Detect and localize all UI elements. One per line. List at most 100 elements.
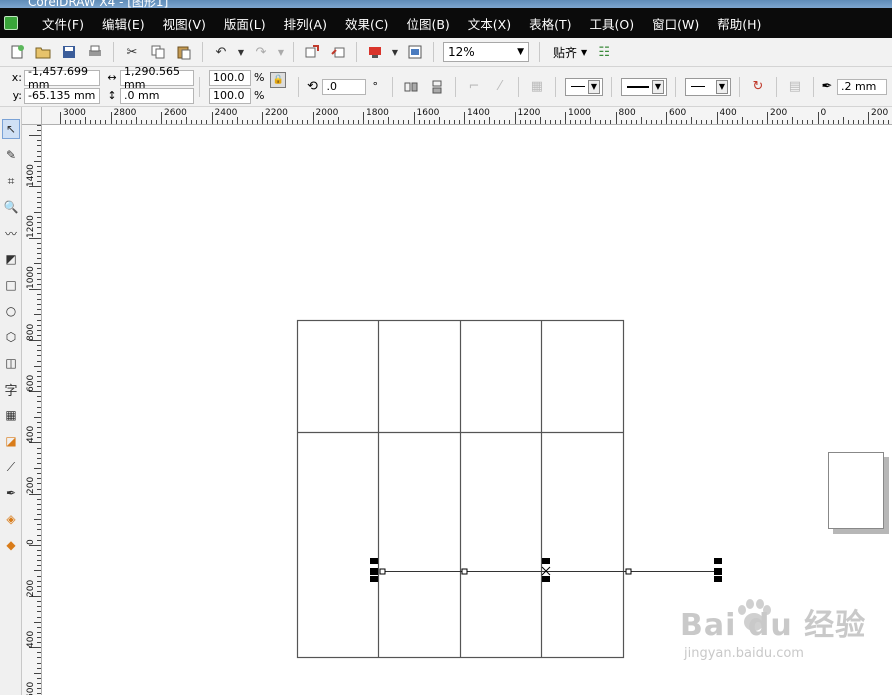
new-icon[interactable] xyxy=(6,41,28,63)
vertical-ruler[interactable]: 1400 1200 1000 800 600 400 200 0 200 400 600 xyxy=(22,125,42,695)
ruler-tick xyxy=(368,120,370,124)
undo-icon[interactable]: ↶ xyxy=(210,41,232,63)
export-icon[interactable] xyxy=(327,41,349,63)
smart-fill-tool-icon[interactable]: ◩ xyxy=(2,249,20,269)
interactive-fill-tool-icon[interactable]: ◆ xyxy=(2,535,20,555)
ruler-tick xyxy=(201,120,203,124)
cut-icon[interactable]: ✂ xyxy=(121,41,143,63)
scale-x-field[interactable]: 100.0 xyxy=(209,69,251,86)
ruler-tick xyxy=(307,120,309,124)
menu-window[interactable]: 窗口(W) xyxy=(643,14,708,33)
outline-width-field[interactable]: .2 mm xyxy=(836,78,887,95)
table-tool-icon[interactable]: ▦ xyxy=(2,405,20,425)
menu-arrange[interactable]: 排列(A) xyxy=(275,14,336,33)
ruler-tick xyxy=(37,360,41,362)
eyedropper-tool-icon[interactable]: ⟋ xyxy=(2,457,20,477)
copy-icon[interactable] xyxy=(147,41,169,63)
convert-line-icon[interactable]: ⌐ xyxy=(463,76,485,98)
chevron-down-icon[interactable]: ▼ xyxy=(390,41,400,63)
x-position-field[interactable]: -1,457.699 mm xyxy=(24,65,100,91)
ruler-tick xyxy=(337,117,339,124)
print-icon[interactable] xyxy=(84,41,106,63)
save-icon[interactable] xyxy=(58,41,80,63)
end-arrowhead-select[interactable]: ▼ xyxy=(684,77,731,96)
menu-text[interactable]: 文本(X) xyxy=(459,14,520,33)
ruler-tick xyxy=(772,120,774,124)
menu-tools[interactable]: 工具(O) xyxy=(581,14,644,33)
options-icon[interactable]: ☷ xyxy=(593,41,615,63)
ruler-origin-corner[interactable] xyxy=(22,107,42,125)
chevron-down-icon[interactable]: ▼ xyxy=(236,41,246,63)
ruler-tick xyxy=(161,112,162,124)
polygon-tool-icon[interactable]: ⬡ xyxy=(2,327,20,347)
line-style-preview xyxy=(690,86,705,87)
menu-layout[interactable]: 版面(L) xyxy=(215,14,275,33)
zoom-tool-icon[interactable]: 🔍 xyxy=(2,197,20,217)
menu-file[interactable]: 文件(F) xyxy=(28,14,93,33)
paste-icon[interactable] xyxy=(173,41,195,63)
horizontal-ruler[interactable]: 3000 2800 2600 2400 2200 2000 1800 1600 1400 1200… xyxy=(42,107,892,125)
zoom-level-select[interactable]: 12% ▼ xyxy=(443,42,529,62)
welcome-screen-icon[interactable] xyxy=(404,41,426,63)
ruler-tick xyxy=(186,117,188,124)
open-icon[interactable] xyxy=(32,41,54,63)
table-grid xyxy=(296,319,625,659)
selection-handles-center xyxy=(542,558,550,582)
convert-curve-icon[interactable]: ⁄ xyxy=(489,76,511,98)
outline-scale-icon[interactable]: ▤ xyxy=(784,76,806,98)
fill-tool-icon[interactable]: ◈ xyxy=(2,509,20,529)
import-icon[interactable] xyxy=(301,41,323,63)
lock-ratio-icon[interactable]: 🔒 xyxy=(270,72,287,88)
ruler-tick xyxy=(37,565,41,567)
line-style-select[interactable]: ▼ xyxy=(620,77,667,96)
ruler-tick xyxy=(822,120,824,124)
menu-bitmaps[interactable]: 位图(B) xyxy=(397,14,458,33)
crop-tool-icon[interactable]: ⌗ xyxy=(2,171,20,191)
ruler-tick xyxy=(34,212,41,214)
ruler-label: 2000 xyxy=(315,108,339,118)
scale-y-field[interactable]: 100.0 xyxy=(209,87,251,104)
basic-shapes-tool-icon[interactable]: ◫ xyxy=(2,353,20,373)
menu-effects[interactable]: 效果(C) xyxy=(336,14,397,33)
outline-tool-icon[interactable]: ✒ xyxy=(2,483,20,503)
rectangle-tool-icon[interactable]: □ xyxy=(2,275,20,295)
ruler-tick xyxy=(37,155,41,157)
ruler-tick xyxy=(34,519,41,521)
shape-tool-icon[interactable]: ✎ xyxy=(2,145,20,165)
menu-help[interactable]: 帮助(H) xyxy=(708,14,770,33)
toolbar-separator xyxy=(433,42,434,62)
ruler-tick xyxy=(726,120,728,124)
position-group: x: -1,457.699 mm y: -65.135 mm xyxy=(10,65,100,104)
text-tool-icon[interactable]: 字 xyxy=(2,379,20,399)
ruler-tick xyxy=(70,120,72,124)
menu-edit[interactable]: 编辑(E) xyxy=(93,14,154,33)
application-launcher-icon[interactable] xyxy=(364,41,386,63)
redo-icon[interactable]: ↷ xyxy=(250,41,272,63)
menu-table[interactable]: 表格(T) xyxy=(520,14,580,33)
interactive-blend-tool-icon[interactable]: ◪ xyxy=(2,431,20,451)
start-arrowhead-select[interactable]: ▼ xyxy=(564,77,603,96)
coreldraw-app-icon[interactable] xyxy=(4,16,18,30)
width-field[interactable]: 1,290.565 mm xyxy=(120,65,194,91)
ruler-tick xyxy=(37,683,41,685)
height-field[interactable]: .0 mm xyxy=(120,87,194,104)
ruler-label: 3000 xyxy=(63,108,86,118)
ruler-tick xyxy=(37,421,41,423)
wrap-text-icon[interactable]: ▦ xyxy=(526,76,548,98)
ruler-tick xyxy=(34,365,41,367)
chevron-down-icon[interactable]: ▼ xyxy=(276,41,286,63)
mirror-horizontal-icon[interactable] xyxy=(400,76,422,98)
ellipse-tool-icon[interactable]: ○ xyxy=(2,301,20,321)
menu-view[interactable]: 视图(V) xyxy=(154,14,215,33)
ruler-tick xyxy=(282,120,284,124)
freehand-tool-icon[interactable]: 〰 xyxy=(2,223,20,243)
zoom-level-value: 12% xyxy=(448,45,475,59)
close-path-icon[interactable]: ↻ xyxy=(747,76,769,98)
rotation-field[interactable]: .0 xyxy=(322,78,367,95)
mirror-vertical-icon[interactable] xyxy=(426,76,448,98)
snap-to-button[interactable]: 贴齐 ▼ xyxy=(553,44,587,61)
y-position-field[interactable]: -65.135 mm xyxy=(24,87,100,104)
ruler-tick xyxy=(95,120,97,124)
pick-tool-icon[interactable]: ↖ xyxy=(2,119,20,139)
ruler-tick xyxy=(37,201,41,203)
